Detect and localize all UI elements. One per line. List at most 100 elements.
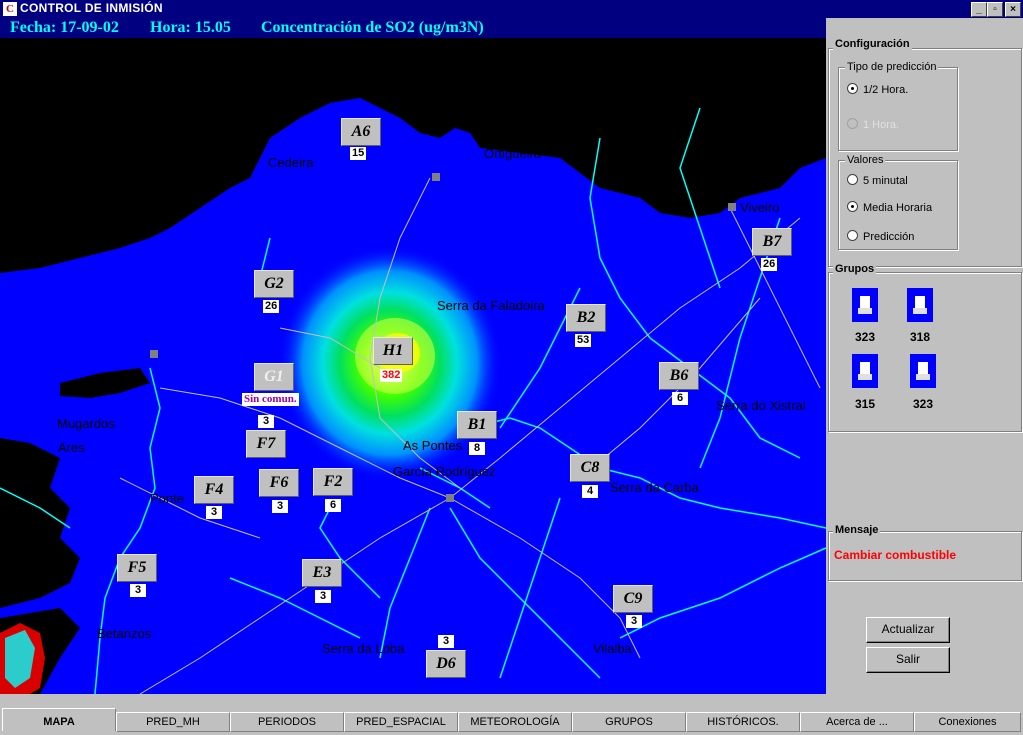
station-g1-value: Sin comun.	[242, 393, 299, 406]
station-e3-value: 3	[315, 590, 331, 603]
station-f2[interactable]: F2	[313, 468, 353, 496]
station-a6-value: 15	[350, 147, 367, 160]
radio-5-minutal[interactable]: 5 minutal	[847, 174, 908, 187]
radio-dot	[847, 174, 858, 185]
place-ares: Ares	[58, 440, 85, 455]
radio-one-hour[interactable]: 1 Hora.	[847, 118, 899, 131]
station-f6[interactable]: F6	[259, 469, 299, 497]
station-b6[interactable]: B6	[659, 362, 699, 390]
tab-bar: MAPA PRED_MH PERIODOS PRED_ESPACIAL METE…	[0, 694, 1023, 735]
map-graphics	[0, 38, 826, 694]
tab-mapa[interactable]: MAPA	[2, 708, 116, 731]
info-bar: Fecha: 17-09-02 Hora: 15.05 Concentració…	[0, 18, 826, 38]
place-loba: Serra da Loba	[322, 641, 405, 656]
values-label: Valores	[845, 154, 886, 166]
app-icon: C	[3, 2, 17, 16]
place-faladoira: Serra da Faladoira	[437, 298, 545, 313]
station-c8[interactable]: C8	[570, 454, 610, 482]
close-button[interactable]: ×	[1005, 2, 1021, 17]
config-label: Configuración	[833, 38, 912, 50]
place-carba: Serra da Carba	[610, 480, 699, 495]
prediction-type-label: Tipo de predicción	[845, 61, 939, 73]
place-mugardos: Mugardos	[57, 416, 115, 431]
place-garcia-rodriguez: García Rodríguez	[393, 464, 496, 479]
group-1-value: 323	[854, 330, 876, 344]
tab-acerca-de[interactable]: Acerca de ...	[800, 712, 914, 732]
maximize-button[interactable]: ▫	[987, 2, 1003, 17]
radio-half-hour[interactable]: 1/2 Hora.	[847, 83, 908, 96]
place-carino: Cariño	[426, 58, 465, 73]
group-4-value: 323	[912, 397, 934, 411]
radio-label: 5 minutal	[863, 175, 908, 187]
message-label: Mensaje	[833, 524, 881, 536]
tab-grupos[interactable]: GRUPOS	[572, 712, 686, 732]
message-text: Cambiar combustible	[834, 548, 957, 562]
place-ferrol: Ferrol	[75, 378, 109, 393]
date-label: Fecha: 17-09-02	[10, 19, 119, 36]
plant-group-icon-3[interactable]	[852, 354, 878, 388]
station-b2[interactable]: B2	[566, 304, 606, 332]
station-b2-value: 53	[575, 334, 592, 347]
station-g2-value: 26	[263, 300, 280, 313]
station-g1[interactable]: G1	[254, 363, 294, 391]
radio-dot	[847, 118, 858, 129]
tab-pred-mh[interactable]: PRED_MH	[116, 712, 230, 732]
station-h1[interactable]: H1	[373, 337, 413, 365]
station-c9[interactable]: C9	[613, 585, 653, 613]
station-g2[interactable]: G2	[254, 270, 294, 298]
minimize-button[interactable]: _	[971, 2, 987, 17]
plant-group-icon-1[interactable]	[852, 288, 878, 322]
place-pontedeume: Ponte	[150, 491, 184, 506]
station-b1-value: 8	[469, 442, 485, 455]
radio-dot	[847, 230, 858, 241]
station-f5-value: 3	[130, 584, 146, 597]
station-f7-value: 3	[258, 415, 274, 428]
pollution-map[interactable]: Cariño Cedeira Ortigueira Viveiro Serra …	[0, 38, 826, 694]
station-a6[interactable]: A6	[341, 118, 381, 146]
tab-historicos[interactable]: HISTÓRICOS.	[686, 712, 800, 732]
station-c9-value: 3	[626, 615, 642, 628]
tab-conexiones[interactable]: Conexiones	[914, 712, 1021, 732]
station-e3[interactable]: E3	[302, 559, 342, 587]
station-f4-value: 3	[206, 506, 222, 519]
place-ortigueira: Ortigueira	[484, 146, 542, 161]
update-button[interactable]: Actualizar	[866, 617, 950, 643]
station-h1-value: 382	[380, 369, 403, 382]
station-d6-value: 3	[438, 635, 454, 648]
radio-label: Media Horaria	[863, 202, 933, 214]
station-f6-value: 3	[272, 500, 288, 513]
plant-group-icon-4[interactable]	[910, 354, 936, 388]
concentration-label: Concentración de SO2 (ug/m3N)	[261, 19, 484, 36]
station-b1[interactable]: B1	[457, 411, 497, 439]
station-f2-value: 6	[325, 499, 341, 512]
station-b6-value: 6	[672, 392, 688, 405]
radio-media-horaria[interactable]: Media Horaria	[847, 201, 932, 214]
place-sada: Sada	[10, 518, 41, 533]
group-2-value: 318	[909, 330, 931, 344]
title-bar: C CONTROL DE INMISIÓN _ ▫ ×	[0, 0, 1023, 18]
groups-label: Grupos	[833, 263, 877, 275]
station-c8-value: 4	[582, 485, 598, 498]
radio-label: Predicción	[863, 231, 915, 243]
radio-label: 1/2 Hora.	[863, 84, 909, 96]
station-f4[interactable]: F4	[194, 476, 234, 504]
station-b7[interactable]: B7	[752, 228, 792, 256]
tab-meteorologia[interactable]: METEOROLOGÍA	[458, 712, 572, 732]
sea-north	[0, 38, 826, 273]
station-b7-value: 26	[761, 258, 778, 271]
radio-prediccion[interactable]: Predicción	[847, 230, 914, 243]
radio-label: 1 Hora.	[863, 119, 900, 131]
place-xistral: Serra do Xistral	[716, 398, 806, 413]
place-cedeira: Cedeira	[268, 155, 314, 170]
prediction-type-group	[838, 67, 958, 151]
tab-pred-espacial[interactable]: PRED_ESPACIAL	[344, 712, 458, 732]
tab-periodos[interactable]: PERIODOS	[230, 712, 344, 732]
station-f7[interactable]: F7	[246, 430, 286, 458]
station-d6[interactable]: D6	[426, 650, 466, 678]
plant-group-icon-2[interactable]	[907, 288, 933, 322]
station-f5[interactable]: F5	[117, 554, 157, 582]
place-vilalba: Vilalba	[593, 641, 632, 656]
exit-button[interactable]: Salir	[866, 647, 950, 673]
place-as-pontes: As Pontes	[403, 438, 463, 453]
window-title: CONTROL DE INMISIÓN	[20, 1, 163, 15]
